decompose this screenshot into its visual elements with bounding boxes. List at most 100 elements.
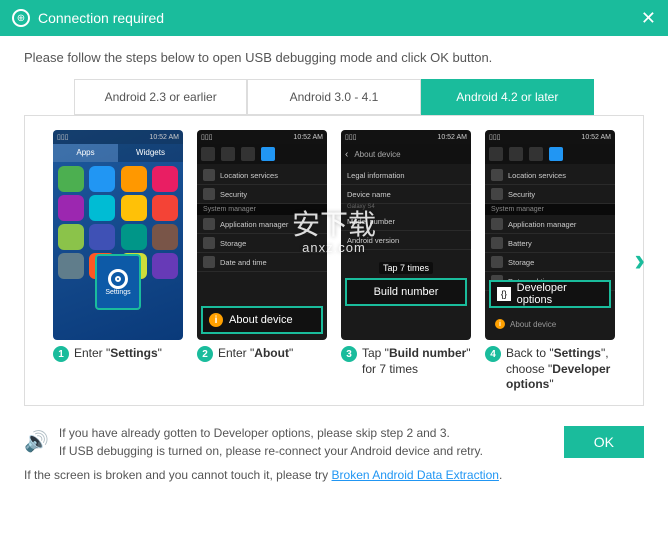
bottom-note: If the screen is broken and you cannot t… [0, 468, 668, 492]
app-icon [121, 166, 147, 192]
settings-row: Location services [485, 166, 615, 185]
tab-android-3-0[interactable]: Android 3.0 - 4.1 [247, 79, 420, 115]
tap-times-tooltip: Tap 7 times [379, 262, 433, 274]
step-caption-1: 1 Enter "Settings" [53, 346, 183, 362]
ok-button[interactable]: OK [564, 426, 644, 458]
tab-android-4-2[interactable]: Android 4.2 or later [421, 79, 594, 115]
phone-hometabs: Apps Widgets [53, 144, 183, 162]
settings-row: Battery [485, 234, 615, 253]
about-header: About device [354, 150, 400, 159]
sub-value: Galaxy S4 [341, 204, 471, 212]
settings-list: Location services Security System manage… [197, 164, 327, 274]
phone-screenshot-4: ▯▯▯10:52 AM Location services Security S… [485, 130, 615, 340]
app-icon [121, 224, 147, 250]
info-icon: i [209, 313, 223, 327]
step-text: Enter "Settings" [74, 346, 162, 362]
step-caption-4: 4 Back to "Settings", choose "Developer … [485, 346, 615, 393]
settings-row: Android version [341, 231, 471, 250]
phone-toolbar [485, 144, 615, 164]
gear-icon [108, 269, 128, 289]
app-icon [58, 166, 84, 192]
app-icon [121, 195, 147, 221]
broken-android-link[interactable]: Broken Android Data Extraction [332, 468, 499, 482]
hometab-apps: Apps [53, 144, 118, 162]
phone-statusbar: ▯▯▯10:52 AM [53, 130, 183, 144]
step-3: ▯▯▯10:52 AM ‹ About device Legal informat… [341, 130, 471, 393]
app-icon [89, 224, 115, 250]
shield-icon: ⊕ [12, 9, 30, 27]
footer-line-1: If you have already gotten to Developer … [59, 424, 554, 442]
speaker-icon: 🔊 [24, 429, 49, 454]
step-text: Enter "About" [218, 346, 293, 362]
app-icon [152, 224, 178, 250]
phone-statusbar: ▯▯▯10:52 AM [341, 130, 471, 144]
app-icon [89, 195, 115, 221]
step-1: ▯▯▯10:52 AM Apps Widgets Settings [53, 130, 183, 393]
step-caption-3: 3 Tap "Build number" for 7 times [341, 346, 471, 377]
step-number: 3 [341, 346, 357, 362]
back-icon: ‹ [345, 149, 348, 160]
tabs: Android 2.3 or earlier Android 3.0 - 4.1… [74, 79, 594, 115]
step-number: 2 [197, 346, 213, 362]
developer-options-label: Developer options [517, 282, 603, 306]
build-number-label: Build number [374, 286, 439, 298]
settings-row: Storage [197, 234, 327, 253]
about-device-label: About device [229, 314, 293, 326]
footer-line-2: If USB debugging is turned on, please re… [59, 442, 554, 460]
about-list: Legal information Device name Galaxy S4 … [341, 164, 471, 252]
phone-screenshot-1: ▯▯▯10:52 AM Apps Widgets Settings [53, 130, 183, 340]
close-icon[interactable]: ✕ [641, 8, 656, 29]
footer-text: If you have already gotten to Developer … [59, 424, 554, 460]
step-text: Tap "Build number" for 7 times [362, 346, 471, 377]
settings-row: Legal information [341, 166, 471, 185]
phone-toolbar [197, 144, 327, 164]
settings-row: Security [485, 185, 615, 204]
hometab-widgets: Widgets [118, 144, 183, 162]
content: Please follow the steps below to open US… [0, 36, 668, 416]
developer-icon: {} [497, 287, 511, 301]
steps-row: ▯▯▯10:52 AM Apps Widgets Settings [35, 130, 633, 393]
title-text: Connection required [38, 10, 164, 26]
settings-app-highlight: Settings [95, 254, 141, 310]
info-icon: i [495, 319, 505, 329]
build-number-highlight: Build number [345, 278, 467, 306]
footer: 🔊 If you have already gotten to Develope… [0, 416, 668, 468]
app-icon [58, 253, 84, 279]
app-icon [152, 195, 178, 221]
steps-panel: ▯▯▯10:52 AM Apps Widgets Settings [24, 115, 644, 406]
settings-list: Location services Security System manage… [485, 164, 615, 293]
instruction-text: Please follow the steps below to open US… [24, 50, 644, 65]
step-text: Back to "Settings", choose "Developer op… [506, 346, 615, 393]
app-icon [152, 253, 178, 279]
step-2: ▯▯▯10:52 AM Location services Security S… [197, 130, 327, 393]
settings-row: Application manager [197, 215, 327, 234]
step-4: ▯▯▯10:52 AM Location services Security S… [485, 130, 615, 393]
app-icon [152, 166, 178, 192]
titlebar: ⊕ Connection required ✕ [0, 0, 668, 36]
settings-row: Model number [341, 212, 471, 231]
phone-statusbar: ▯▯▯10:52 AM [485, 130, 615, 144]
settings-row: Location services [197, 166, 327, 185]
settings-row: Security [197, 185, 327, 204]
next-arrow-icon[interactable]: › [634, 242, 645, 279]
section-header: System manager [485, 204, 615, 215]
about-device-small: i About device [489, 314, 611, 334]
settings-row: Application manager [485, 215, 615, 234]
bottom-text: If the screen is broken and you cannot t… [24, 468, 332, 482]
phone-statusbar: ▯▯▯10:52 AM [197, 130, 327, 144]
developer-options-highlight: {} Developer options [489, 280, 611, 308]
phone-toolbar: ‹ About device [341, 144, 471, 164]
settings-row: Storage [485, 253, 615, 272]
settings-row: Device name [341, 185, 471, 204]
phone-screenshot-2: ▯▯▯10:52 AM Location services Security S… [197, 130, 327, 340]
step-caption-2: 2 Enter "About" [197, 346, 327, 362]
step-number: 4 [485, 346, 501, 362]
app-icon [58, 195, 84, 221]
section-header: System manager [197, 204, 327, 215]
phone-screenshot-3: ▯▯▯10:52 AM ‹ About device Legal informat… [341, 130, 471, 340]
titlebar-left: ⊕ Connection required [12, 9, 164, 27]
tab-android-2-3[interactable]: Android 2.3 or earlier [74, 79, 247, 115]
about-device-highlight: i About device [201, 306, 323, 334]
step-number: 1 [53, 346, 69, 362]
settings-label: Settings [105, 289, 130, 296]
